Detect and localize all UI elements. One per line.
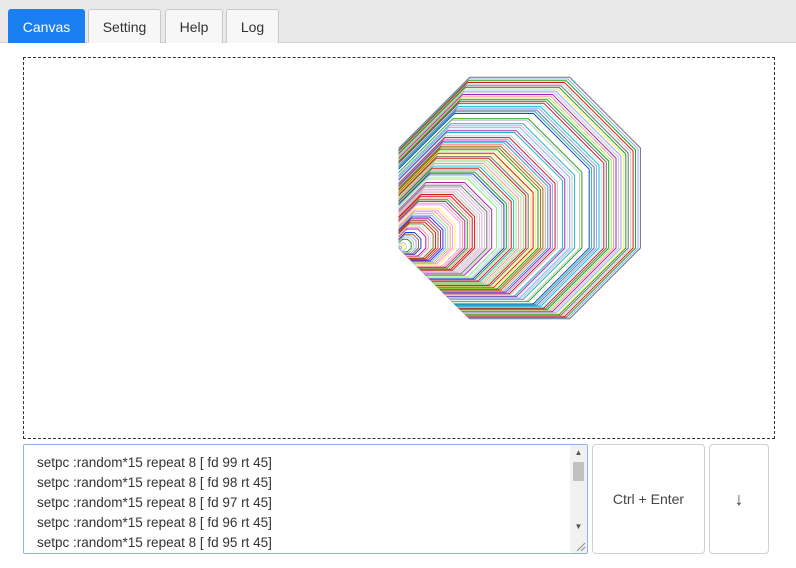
octagon-path — [398, 245, 402, 250]
code-lines[interactable]: setpc :random*15 repeat 8 [ fd 99 rt 45]… — [37, 453, 567, 553]
main-panel: setpc :random*15 repeat 8 [ fd 99 rt 45]… — [0, 43, 796, 568]
resize-grip-icon[interactable] — [574, 540, 586, 552]
code-line: setpc :random*15 repeat 8 [ fd 99 rt 45] — [37, 455, 272, 470]
tab-setting[interactable]: Setting — [88, 9, 161, 43]
code-editor[interactable]: setpc :random*15 repeat 8 [ fd 99 rt 45]… — [23, 444, 588, 554]
tab-help[interactable]: Help — [165, 9, 223, 43]
scroll-thumb[interactable] — [573, 462, 584, 481]
scroll-down-button[interactable]: ↓ — [709, 444, 769, 554]
code-line: setpc :random*15 repeat 8 [ fd 95 rt 45] — [37, 535, 272, 550]
editor-scrollbar[interactable]: ▲ ▼ — [570, 445, 587, 553]
drawing-canvas[interactable] — [23, 57, 775, 439]
tab-bar: Canvas Setting Help Log — [0, 0, 796, 43]
run-button[interactable]: Ctrl + Enter — [592, 444, 705, 554]
turtle-drawing — [398, 76, 641, 320]
code-line: setpc :random*15 repeat 8 [ fd 97 rt 45] — [37, 495, 272, 510]
code-line: setpc :random*15 repeat 8 [ fd 96 rt 45] — [37, 515, 272, 530]
scroll-down-icon[interactable]: ▼ — [570, 519, 587, 535]
code-line: setpc :random*15 repeat 8 [ fd 98 rt 45] — [37, 475, 272, 490]
tab-canvas[interactable]: Canvas — [8, 9, 85, 43]
tab-log[interactable]: Log — [226, 9, 279, 43]
scroll-up-icon[interactable]: ▲ — [570, 445, 587, 461]
